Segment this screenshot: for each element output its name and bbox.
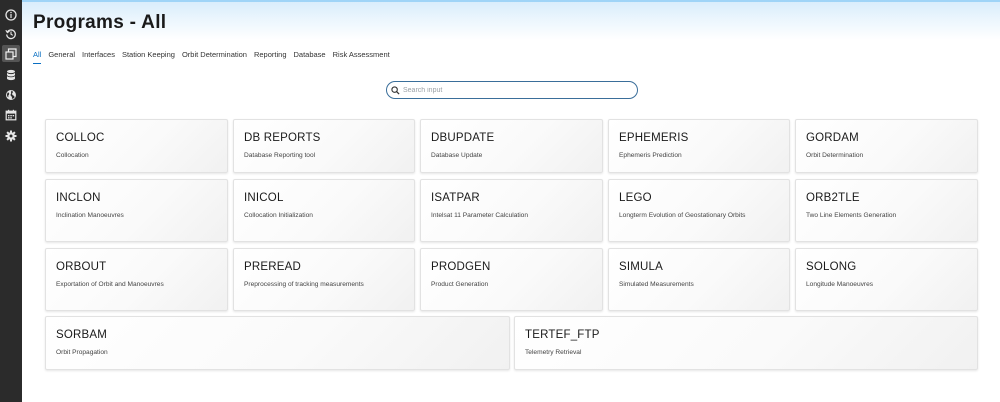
database-icon <box>6 69 16 80</box>
program-description: Longterm Evolution of Geostationary Orbi… <box>619 212 746 219</box>
program-name: TERTEF_FTP <box>525 329 600 341</box>
program-name: SIMULA <box>619 261 664 273</box>
program-card-lego[interactable]: LEGO Longterm Evolution of Geostationary… <box>608 179 790 242</box>
gear-icon <box>5 130 17 141</box>
sidebar-item-history[interactable] <box>2 25 20 42</box>
program-description: Longitude Manoeuvres <box>806 281 874 288</box>
program-name: DB REPORTS <box>244 132 321 144</box>
tab-database[interactable]: Database <box>294 50 326 64</box>
program-description: Orbit Determination <box>806 152 864 159</box>
sidebar-item-settings[interactable] <box>2 127 20 144</box>
program-card-db-reports[interactable]: DB REPORTS Database Reporting tool <box>233 119 415 173</box>
header-background <box>22 0 1000 40</box>
calendar-icon <box>5 109 17 120</box>
program-name: ISATPAR <box>431 192 480 204</box>
program-name: SOLONG <box>806 261 857 273</box>
program-name: ORB2TLE <box>806 192 860 204</box>
tab-all[interactable]: All <box>33 50 42 64</box>
program-card-isatpar[interactable]: ISATPAR Intelsat 11 Parameter Calculatio… <box>420 179 603 242</box>
program-name: LEGO <box>619 192 652 204</box>
tab-orbit-determination[interactable]: Orbit Determination <box>182 50 247 64</box>
program-description: Simulated Measurements <box>619 281 694 288</box>
program-card-solong[interactable]: SOLONG Longitude Manoeuvres <box>795 248 978 311</box>
tab-risk-assessment[interactable]: Risk Assessment <box>333 50 390 64</box>
program-description: Exportation of Orbit and Manoeuvres <box>56 281 164 288</box>
program-name: DBUPDATE <box>431 132 495 144</box>
sidebar-item-info[interactable] <box>2 6 20 23</box>
sidebar-item-globe[interactable] <box>2 86 20 103</box>
program-description: Database Reporting tool <box>244 152 316 159</box>
program-card-prodgen[interactable]: PRODGEN Product Generation <box>420 248 603 311</box>
program-description: Inclination Manoeuvres <box>56 212 124 219</box>
program-description: Two Line Elements Generation <box>806 212 897 219</box>
tab-interfaces[interactable]: Interfaces <box>82 50 115 64</box>
program-card-inclon[interactable]: INCLON Inclination Manoeuvres <box>45 179 228 242</box>
program-card-ephemeris[interactable]: EPHEMERIS Ephemeris Prediction <box>608 119 790 173</box>
sidebar-item-calendar[interactable] <box>2 106 20 123</box>
page-title: Programs - All <box>33 12 167 33</box>
globe-icon <box>6 89 16 100</box>
program-card-orbout[interactable]: ORBOUT Exportation of Orbit and Manoeuvr… <box>45 248 228 311</box>
program-card-gordam[interactable]: GORDAM Orbit Determination <box>795 119 978 173</box>
program-description: Preprocessing of tracking measurements <box>244 281 364 288</box>
program-card-dbupdate[interactable]: DBUPDATE Database Update <box>420 119 603 173</box>
program-name: GORDAM <box>806 132 859 144</box>
program-card-preread[interactable]: PREREAD Preprocessing of tracking measur… <box>233 248 415 311</box>
program-name: SORBAM <box>56 329 108 341</box>
program-name: PREREAD <box>244 261 301 273</box>
program-name: INCLON <box>56 192 101 204</box>
program-name: INICOL <box>244 192 284 204</box>
windows-icon <box>5 47 17 60</box>
program-description: Telemetry Retrieval <box>525 349 582 356</box>
sidebar-item-programs[interactable] <box>2 45 20 62</box>
category-tabs: All General Interfaces Station Keeping O… <box>33 50 397 64</box>
sidebar <box>0 0 22 402</box>
program-card-sorbam[interactable]: SORBAM Orbit Propagation <box>45 316 510 370</box>
program-description: Product Generation <box>431 281 489 288</box>
program-description: Collocation <box>56 152 89 159</box>
tab-station-keeping[interactable]: Station Keeping <box>122 50 175 64</box>
program-card-inicol[interactable]: INICOL Collocation Initialization <box>233 179 415 242</box>
tab-general[interactable]: General <box>48 50 75 64</box>
program-description: Intelsat 11 Parameter Calculation <box>431 212 529 219</box>
program-name: EPHEMERIS <box>619 132 689 144</box>
program-description: Collocation Initialization <box>244 212 313 219</box>
history-icon <box>5 28 16 39</box>
program-card-colloc[interactable]: COLLOC Collocation <box>45 119 228 173</box>
program-description: Ephemeris Prediction <box>619 152 682 159</box>
search-input[interactable] <box>403 86 623 94</box>
search-box <box>386 81 638 99</box>
program-name: ORBOUT <box>56 261 107 273</box>
program-name: PRODGEN <box>431 261 491 273</box>
program-card-orb2tle[interactable]: ORB2TLE Two Line Elements Generation <box>795 179 978 242</box>
sidebar-item-database[interactable] <box>2 66 20 83</box>
program-card-simula[interactable]: SIMULA Simulated Measurements <box>608 248 790 311</box>
program-description: Orbit Propagation <box>56 349 108 356</box>
search-icon <box>391 85 400 95</box>
program-name: COLLOC <box>56 132 105 144</box>
header-accent-line <box>22 0 1000 2</box>
program-description: Database Update <box>431 152 483 159</box>
program-card-tertef-ftp[interactable]: TERTEF_FTP Telemetry Retrieval <box>514 316 978 370</box>
tab-reporting[interactable]: Reporting <box>254 50 287 64</box>
info-icon <box>5 8 17 21</box>
